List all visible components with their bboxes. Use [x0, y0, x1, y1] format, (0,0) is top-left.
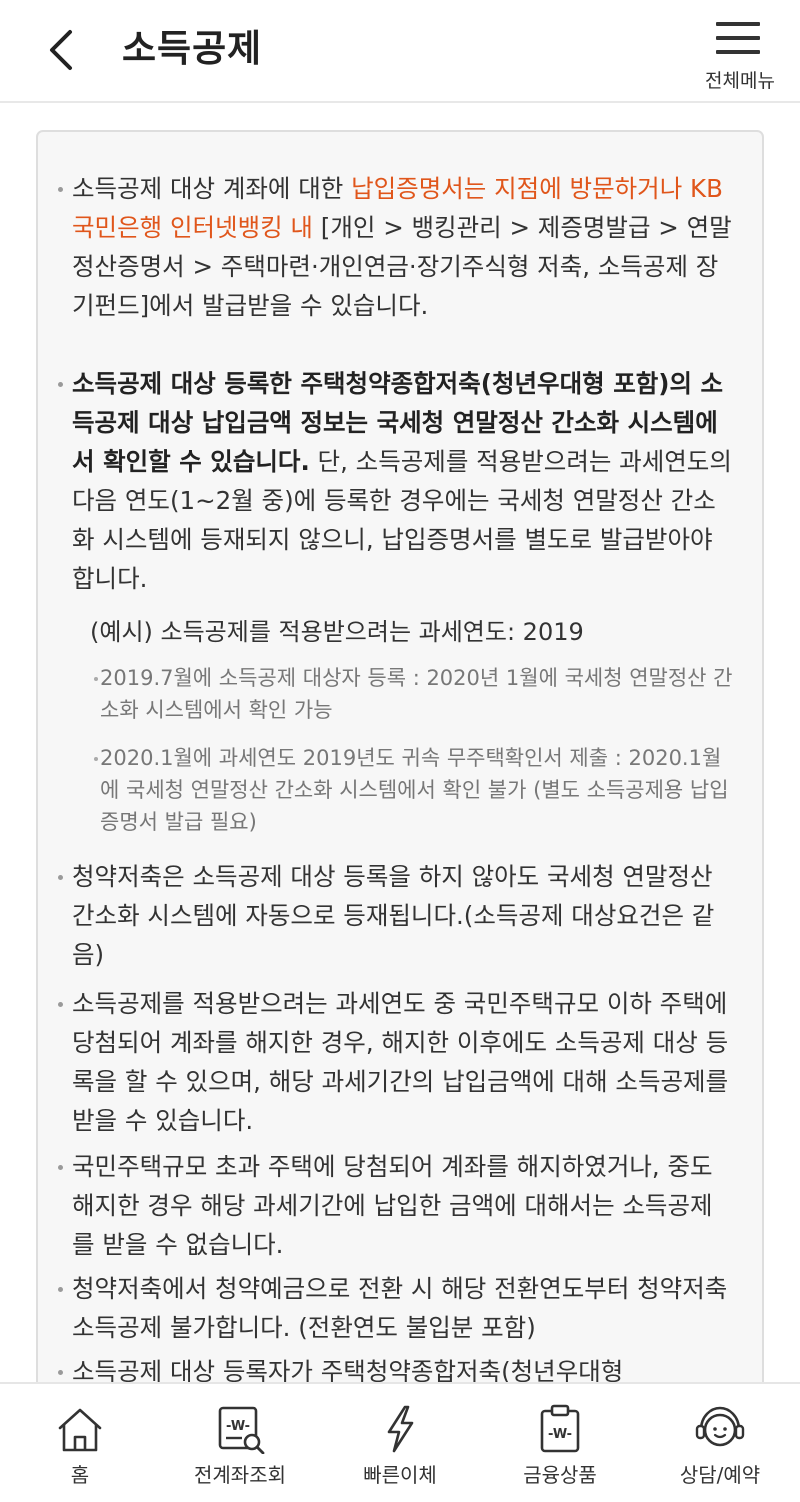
- lightning-icon: [387, 1405, 414, 1453]
- tab-consult-reservation[interactable]: 상담/예약: [640, 1384, 800, 1502]
- svg-text:-W-: -W-: [548, 1427, 572, 1442]
- tab-all-accounts-label: 전계좌조회: [194, 1463, 286, 1487]
- tab-home-label: 홈: [70, 1463, 90, 1487]
- bottom-tab-bar: 홈 -W- 전계좌조회 빠른이체 -W- 금융상품 상담/예약: [0, 1382, 800, 1502]
- full-menu-label: 전체메뉴: [705, 70, 775, 92]
- example-item-2: 2020.1월에 과세연도 2019년도 귀속 무주택확인서 제출 : 2020…: [94, 742, 740, 838]
- content-scroll-area[interactable]: 소득공제 대상 계좌에 대한 납입증명서는 지점에 방문하거나 KB국민은행 인…: [0, 105, 800, 1382]
- consult-headset-icon: [695, 1406, 745, 1447]
- notice-item-registrant: 소득공제 대상 등록자가 주택청약종합저축(청년우대형: [58, 1352, 732, 1382]
- tab-financial-products-label: 금융상품: [523, 1463, 597, 1487]
- product-document-icon: -W-: [540, 1404, 580, 1453]
- top-app-bar: 소득공제 전체메뉴: [0, 0, 800, 103]
- svg-text:-W-: -W-: [226, 1419, 250, 1434]
- hamburger-icon: [716, 22, 760, 54]
- chevron-left-icon: [50, 30, 72, 70]
- tab-quick-transfer[interactable]: 빠른이체: [320, 1384, 480, 1502]
- page-title: 소득공제: [122, 27, 263, 70]
- tab-financial-products[interactable]: -W- 금융상품: [480, 1384, 640, 1502]
- tab-all-accounts[interactable]: -W- 전계좌조회: [160, 1384, 320, 1502]
- notice-item-certificate: 소득공제 대상 계좌에 대한 납입증명서는 지점에 방문하거나 KB국민은행 인…: [58, 169, 732, 325]
- home-icon: [58, 1408, 102, 1452]
- back-button[interactable]: [38, 22, 90, 78]
- tax-deduction-notice-box: 소득공제 대상 계좌에 대한 납입증명서는 지점에 방문하거나 KB국민은행 인…: [36, 130, 764, 1382]
- notice-item-subscription-savings: 청약저축은 소득공제 대상 등록을 하지 않아도 국세청 연말정산 간소화 시스…: [58, 857, 732, 974]
- notice-item-cancel-national-housing: 소득공제를 적용받으려는 과세연도 중 국민주택규모 이하 주택에 당첨되어 계…: [58, 984, 732, 1140]
- tab-consult-reservation-label: 상담/예약: [679, 1463, 761, 1487]
- tab-quick-transfer-label: 빠른이체: [363, 1463, 437, 1487]
- example-item-1: 2019.7월에 소득공제 대상자 등록 : 2020년 1월에 국세청 연말정…: [94, 662, 740, 726]
- notice-item-certificate-text: 소득공제 대상 계좌에 대한: [72, 174, 352, 203]
- full-menu-button[interactable]: 전체메뉴: [690, 12, 790, 96]
- notice-item-cancel-over-size: 국민주택규모 초과 주택에 당첨되어 계좌를 해지하였거나, 중도해지한 경우 …: [58, 1147, 732, 1264]
- account-search-icon: -W-: [218, 1406, 265, 1454]
- example-title: (예시) 소득공제를 적용받으려는 과세연도: 2019: [90, 618, 584, 646]
- notice-item-hometax: 소득공제 대상 등록한 주택청약종합저축(청년우대형 포함)의 소득공제 대상 …: [58, 364, 732, 598]
- notice-item-conversion: 청약저축에서 청약예금으로 전환 시 해당 전환연도부터 청약저축 소득공제 불…: [58, 1269, 732, 1347]
- tab-home[interactable]: 홈: [0, 1384, 160, 1502]
